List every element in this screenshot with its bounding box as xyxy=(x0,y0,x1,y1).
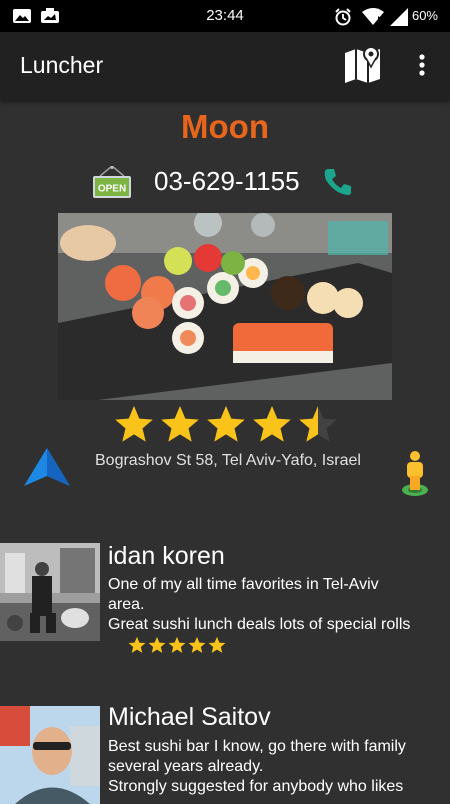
alarm-icon xyxy=(335,8,351,26)
reviewer-avatar xyxy=(0,706,100,804)
star-filled xyxy=(253,406,291,442)
reviewer-name: Michael Saitov xyxy=(108,703,271,731)
app-bar: Luncher xyxy=(0,32,450,100)
reviewer-name: idan koren xyxy=(108,542,225,570)
review-star xyxy=(148,636,166,653)
wifi-icon xyxy=(362,8,384,25)
review-star xyxy=(188,636,206,653)
street-view-icon[interactable] xyxy=(398,450,432,498)
call-icon[interactable] xyxy=(322,166,354,198)
restaurant-address[interactable]: Bograshov St 58, Tel Aviv-Yafo, Israel xyxy=(95,450,385,471)
review-rating-stars xyxy=(128,636,226,653)
star-filled xyxy=(115,406,153,442)
map-icon[interactable] xyxy=(342,45,386,85)
open-sign-icon: OPEN xyxy=(93,166,131,198)
more-vert-icon[interactable] xyxy=(410,52,434,80)
review-star xyxy=(208,636,226,653)
rating-stars xyxy=(115,406,337,442)
navigation-icon[interactable] xyxy=(22,446,72,488)
open-badge-label: OPEN xyxy=(98,184,126,195)
restaurant-name: Moon xyxy=(181,108,269,145)
review-text: Best sushi bar I know, go there with fam… xyxy=(108,738,406,795)
review-star xyxy=(168,636,186,653)
star-filled xyxy=(161,406,199,442)
reviewer-avatar xyxy=(0,543,100,641)
star-filled xyxy=(207,406,245,442)
app-title: Luncher xyxy=(20,52,104,78)
signal-icon xyxy=(390,8,408,26)
restaurant-photo xyxy=(58,213,392,400)
status-bar: 23:44 60% xyxy=(0,0,450,32)
battery-level: 60% xyxy=(411,8,438,23)
review-text: One of my all time favorites in Tel-Aviv… xyxy=(108,576,411,633)
phone-number[interactable]: 03-629-1155 xyxy=(154,166,300,197)
review-star xyxy=(128,636,146,653)
